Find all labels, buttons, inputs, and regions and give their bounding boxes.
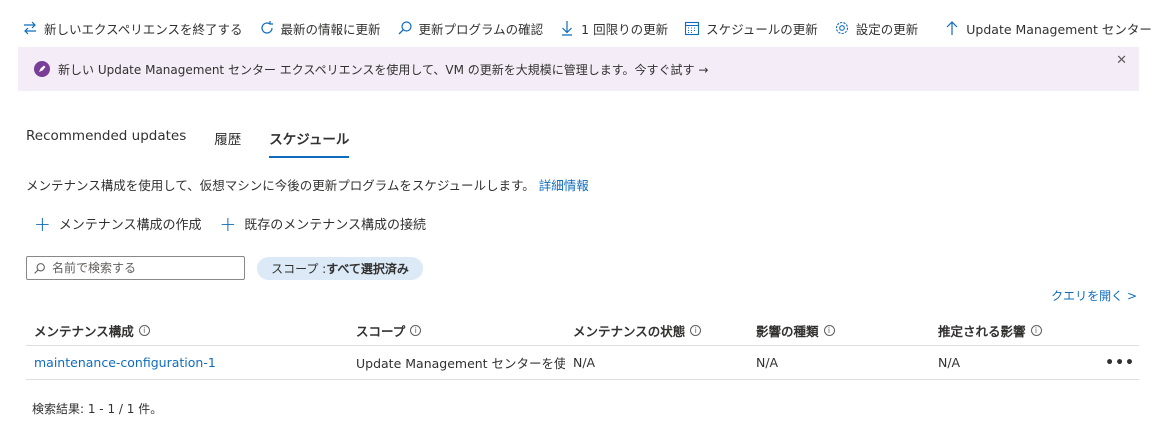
scope-filter-pill[interactable]: スコープ : すべて選択済み [257,257,423,280]
search-input[interactable] [52,261,232,275]
update-settings-button[interactable]: 設定の更新 [834,19,919,38]
scope-filter-value: すべて選択済み [326,262,409,276]
attach-maintenance-config-label: 既存のメンテナンス構成の接続 [244,218,427,233]
info-icon[interactable]: i [1030,325,1042,336]
update-management-center-button[interactable]: Update Management センター [944,19,1152,38]
search-box [26,256,245,280]
plus-icon: + [34,211,51,236]
plus-icon: + [219,211,237,236]
schedule-updates-button[interactable]: スケジュールの更新 [684,19,818,38]
column-header-status[interactable]: メンテナンスの状態 i [565,321,748,340]
calendar-icon [685,21,700,36]
update-settings-label: 設定の更新 [855,21,919,37]
info-icon[interactable]: i [410,325,422,336]
cell-estimated-impact: N/A [938,355,961,370]
table-row[interactable]: maintenance-configuration-1 Update Manag… [26,346,1139,380]
column-header-scope[interactable]: スコープ i [348,321,565,340]
row-more-icon[interactable]: ••• [1105,355,1135,371]
cell-impact-type: N/A [756,355,779,370]
tab-list: Recommended updates 履歴 スケジュール [26,128,377,158]
rocket-icon [34,61,50,77]
learn-more-link[interactable]: 詳細情報 [539,178,589,193]
command-bar: 新しいエクスペリエンスを終了する 最新の情報に更新 更新プログラムの確認 1 回… [22,14,1159,42]
check-updates-label: 更新プログラムの確認 [418,21,544,37]
exit-new-experience-button[interactable]: 新しいエクスペリエンスを終了する [22,19,243,38]
search-icon [34,262,45,274]
attach-maintenance-config-button[interactable]: + 既存のメンテナンス構成の接続 [219,211,427,236]
table-header: メンテナンス構成 i スコープ i メンテナンスの状態 i 影響の種類 i 推定される影… [26,316,1139,346]
tab-recommended-updates[interactable]: Recommended updates [26,128,186,158]
description-text: メンテナンス構成を使用して、仮想マシンに今後の更新プログラムをスケジュールします… [26,178,535,193]
refresh-icon [260,21,273,34]
maintenance-config-table: メンテナンス構成 i スコープ i メンテナンスの状態 i 影響の種類 i 推定される影… [26,316,1139,380]
cell-status: N/A [573,355,596,370]
search-icon [398,21,412,35]
banner-text[interactable]: 新しい Update Management センター エクスペリエンスを使用して… [58,61,708,78]
results-count: 検索結果: 1 - 1 / 1 件。 [32,402,163,416]
switch-arrows-icon [24,21,36,35]
one-time-update-button[interactable]: 1 回限りの更新 [559,19,668,38]
info-icon[interactable]: i [690,325,702,336]
tab-schedule[interactable]: スケジュール [269,128,350,158]
download-arrow-icon [562,21,573,36]
exit-new-experience-label: 新しいエクスペリエンスを終了する [44,21,243,37]
up-arrow-icon [946,21,958,35]
info-banner: 新しい Update Management センター エクスペリエンスを使用して… [18,47,1139,91]
column-header-name[interactable]: メンテナンス構成 i [26,321,348,340]
update-management-center-label: Update Management センター [966,21,1152,37]
schedule-updates-label: スケジュールの更新 [706,21,818,37]
schedule-description: メンテナンス構成を使用して、仮想マシンに今後の更新プログラムをスケジュールします… [26,175,589,194]
refresh-label: 最新の情報に更新 [280,21,381,37]
cell-scope: Update Management センターを使… [356,356,565,371]
scope-filter-prefix: スコープ : [271,262,327,276]
close-icon[interactable]: ✕ [1116,53,1127,68]
maintenance-config-link[interactable]: maintenance-configuration-1 [34,355,216,370]
info-icon[interactable]: i [138,325,150,336]
gear-icon [835,21,848,35]
create-maintenance-config-label: メンテナンス構成の作成 [58,218,202,233]
tab-history[interactable]: 履歴 [214,128,241,158]
action-bar: + メンテナンス構成の作成 + 既存のメンテナンス構成の接続 [34,211,427,236]
info-icon[interactable]: i [823,325,835,336]
column-header-estimated-impact[interactable]: 推定される影響 i [930,321,1105,340]
column-header-impact-type[interactable]: 影響の種類 i [748,321,930,340]
one-time-update-label: 1 回限りの更新 [581,21,669,37]
open-query-link[interactable]: クエリを開く > [1051,287,1137,304]
refresh-button[interactable]: 最新の情報に更新 [259,19,381,38]
create-maintenance-config-button[interactable]: + メンテナンス構成の作成 [34,211,202,236]
check-updates-button[interactable]: 更新プログラムの確認 [397,19,544,38]
